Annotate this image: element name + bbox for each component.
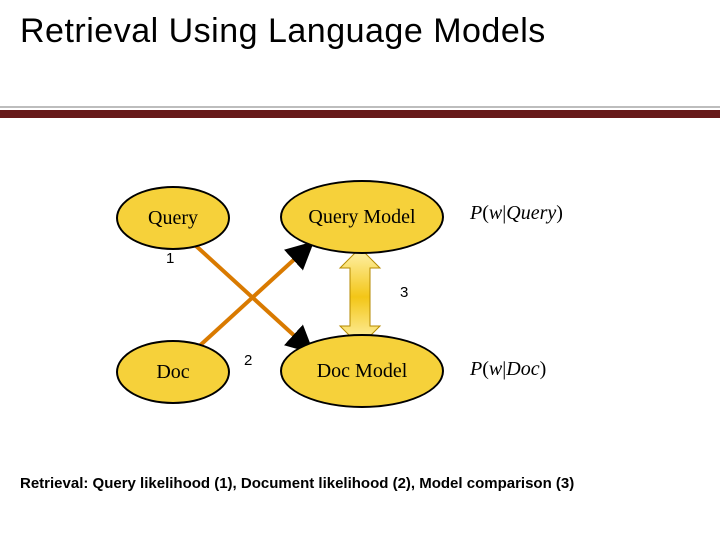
label-2: 2 <box>244 352 252 369</box>
doc-node-label: Doc <box>156 361 189 384</box>
doc-node: Doc <box>116 340 230 404</box>
query-node-label: Query <box>148 207 198 230</box>
arrows-layer <box>0 0 720 540</box>
divider-dark <box>0 110 720 118</box>
model-compare-arrow <box>340 248 380 346</box>
formula-pw-query: P(w|Query) <box>470 202 563 225</box>
slide-title: Retrieval Using Language Models <box>20 12 546 51</box>
caption: Retrieval: Query likelihood (1), Documen… <box>20 475 574 492</box>
doc-model-node: Doc Model <box>280 334 444 408</box>
formula-pw-doc-inner: Doc <box>506 358 539 380</box>
label-1: 1 <box>166 250 174 267</box>
query-model-node-label: Query Model <box>308 206 415 229</box>
cross-arrows <box>195 245 310 350</box>
doc-model-node-label: Doc Model <box>317 360 408 383</box>
divider-light <box>0 106 720 108</box>
formula-pw-query-inner: Query <box>506 202 556 224</box>
formula-pw-doc: P(w|Doc) <box>470 358 546 381</box>
query-model-node: Query Model <box>280 180 444 254</box>
query-node: Query <box>116 186 230 250</box>
label-3: 3 <box>400 284 408 301</box>
